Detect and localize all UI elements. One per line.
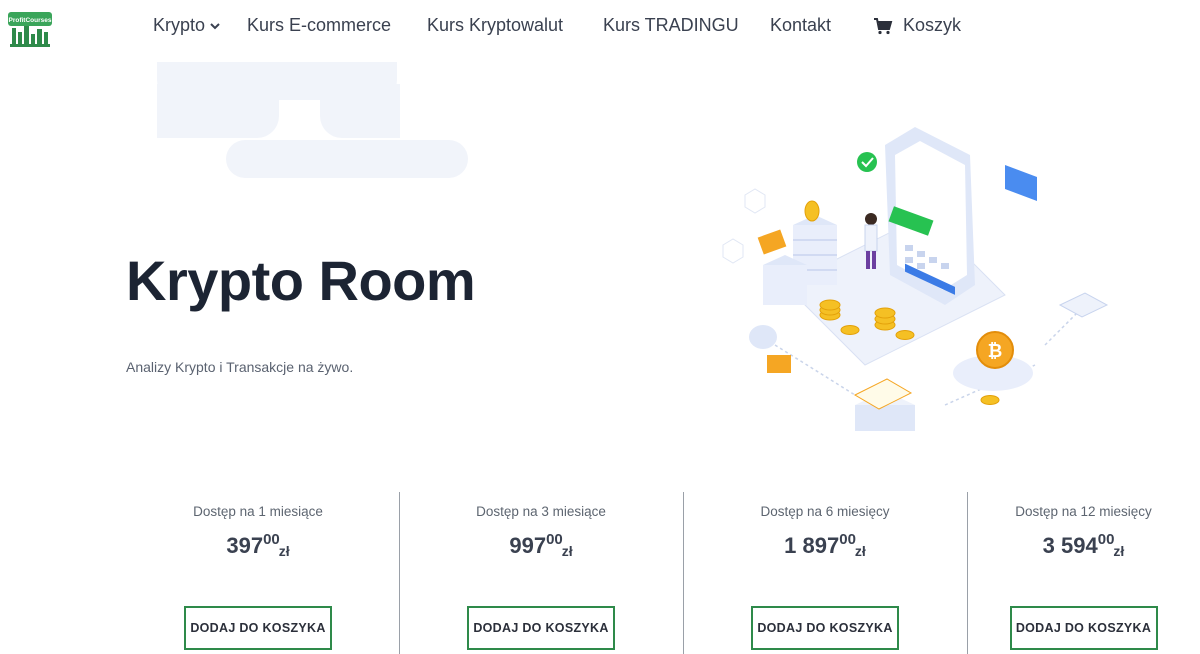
add-to-cart-button[interactable]: DODAJ DO KOSZYKA bbox=[184, 606, 332, 650]
add-to-cart-button[interactable]: DODAJ DO KOSZYKA bbox=[1009, 606, 1158, 650]
svg-text:₿: ₿ bbox=[988, 341, 1003, 361]
nav-item-krypto[interactable]: Krypto bbox=[153, 15, 221, 36]
plan-price: 39700zł bbox=[226, 531, 290, 559]
plan-card-1m: Dostęp na 1 miesiące 39700zł DODAJ DO KO… bbox=[116, 494, 400, 654]
nav-item-label: Krypto bbox=[153, 15, 206, 35]
cart-icon bbox=[874, 17, 893, 34]
plan-price: 3 59400zł bbox=[1042, 531, 1125, 559]
add-to-cart-button[interactable]: DODAJ DO KOSZYKA bbox=[467, 606, 615, 650]
plan-card-12m: Dostęp na 12 miesięcy 3 59400zł DODAJ DO… bbox=[967, 494, 1200, 654]
chevron-down-icon bbox=[210, 22, 220, 29]
main-nav: Krypto Kurs E-commerce Kurs Kryptowalut … bbox=[0, 0, 1200, 52]
plan-card-6m: Dostęp na 6 miesięcy 1 89700zł DODAJ DO … bbox=[683, 494, 967, 654]
plan-title: Dostęp na 6 miesięcy bbox=[760, 504, 890, 519]
nav-item-label: Kurs Kryptowalut bbox=[427, 15, 564, 35]
plan-price: 1 89700zł bbox=[784, 531, 866, 559]
plan-title: Dostęp na 12 miesięcy bbox=[1015, 504, 1152, 519]
nav-item-label: Koszyk bbox=[903, 15, 962, 35]
hero-title: Krypto Room bbox=[126, 249, 476, 312]
decorative-blob bbox=[320, 84, 400, 138]
nav-item-label: Kurs E-commerce bbox=[247, 15, 392, 35]
decorative-blob bbox=[157, 84, 279, 138]
nav-item-koszyk[interactable]: Koszyk bbox=[873, 15, 961, 36]
add-to-cart-button[interactable]: DODAJ DO KOSZYKA bbox=[751, 606, 899, 650]
nav-item-label: Kontakt bbox=[770, 15, 832, 35]
plan-title: Dostęp na 1 miesiące bbox=[193, 504, 323, 519]
plan-price: 99700zł bbox=[509, 531, 573, 559]
plan-title: Dostęp na 3 miesiące bbox=[476, 504, 606, 519]
hero-subtitle: Analizy Krypto i Transakcje na żywo. bbox=[126, 359, 354, 375]
decorative-blob bbox=[226, 140, 468, 178]
nav-item-kontakt[interactable]: Kontakt bbox=[770, 15, 831, 36]
nav-item-kurs-tradingu[interactable]: Kurs TRADINGU bbox=[603, 15, 739, 36]
crypto-illustration: ₿ bbox=[715, 115, 1115, 445]
plan-card-3m: Dostęp na 3 miesiące 99700zł DODAJ DO KO… bbox=[399, 494, 683, 654]
nav-item-label: Kurs TRADINGU bbox=[603, 15, 739, 35]
nav-item-kurs-kryptowalut[interactable]: Kurs Kryptowalut bbox=[427, 15, 563, 36]
nav-item-kurs-ecommerce[interactable]: Kurs E-commerce bbox=[247, 15, 391, 36]
